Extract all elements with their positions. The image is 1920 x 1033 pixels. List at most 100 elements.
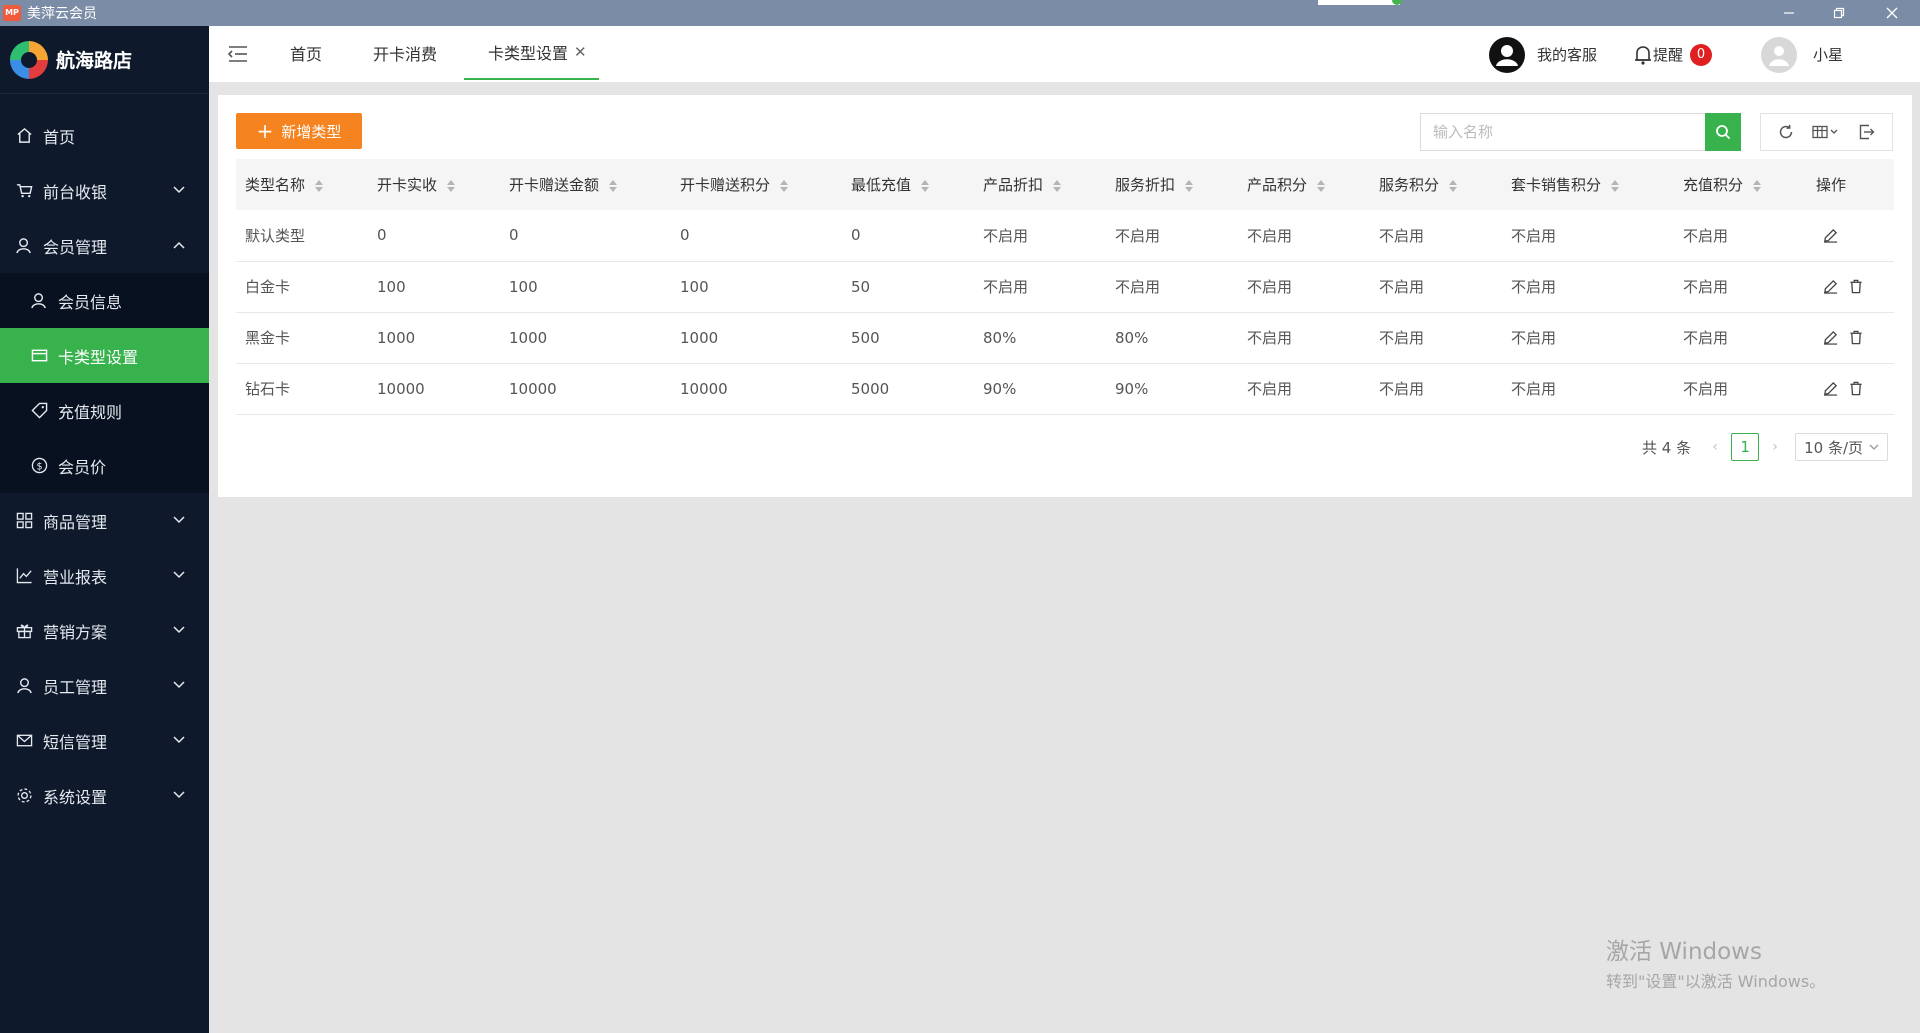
sort-icon[interactable] [447, 179, 456, 192]
sort-icon[interactable] [315, 179, 324, 192]
column-header[interactable]: 类型名称 [236, 159, 368, 210]
sidebar-item-settings[interactable]: 系统设置 [0, 768, 209, 823]
column-header[interactable]: 开卡赠送积分 [671, 159, 842, 210]
refresh-button[interactable] [1771, 117, 1801, 147]
sort-icon[interactable] [1449, 179, 1458, 192]
floating-widget[interactable] [1318, 0, 1400, 5]
sidebar-item-sms[interactable]: 短信管理 [0, 713, 209, 768]
sort-icon[interactable] [1053, 179, 1062, 192]
edit-icon[interactable] [1822, 330, 1838, 346]
column-header[interactable]: 服务积分 [1370, 159, 1502, 210]
column-toggle-button[interactable] [1808, 117, 1844, 147]
sidebar-item-staff[interactable]: 员工管理 [0, 658, 209, 713]
prev-page-button[interactable]: ‹ [1705, 439, 1725, 455]
chevron-down-icon [171, 622, 187, 638]
column-header-label: 开卡实收 [377, 176, 438, 194]
customer-service[interactable]: 我的客服 [1489, 26, 1597, 83]
remind-button[interactable]: 提醒 0 [1633, 26, 1713, 83]
sort-icon[interactable] [1611, 179, 1620, 192]
delete-icon[interactable] [1848, 330, 1864, 346]
add-type-label: 新增类型 [281, 122, 342, 141]
column-header[interactable]: 开卡赠送金额 [500, 159, 671, 210]
restore-button[interactable] [1815, 0, 1863, 26]
column-header[interactable]: 套卡销售积分 [1502, 159, 1674, 210]
table-cell: 80% [1106, 312, 1238, 364]
table-cell: 不启用 [1502, 363, 1674, 415]
delete-icon[interactable] [1848, 381, 1864, 397]
column-header-label: 最低充值 [851, 176, 912, 194]
delete-icon[interactable] [1848, 279, 1864, 295]
user-avatar-icon [1769, 45, 1789, 66]
table-cell: 10000 [368, 363, 500, 415]
table-cell: 默认类型 [236, 210, 368, 262]
sidebar-item-card-type[interactable]: 卡类型设置 [0, 328, 209, 383]
pagination: 共 4 条 ‹ 1 › 10 条/页 [1642, 433, 1889, 461]
page-size-value: 10 条/页 [1804, 438, 1864, 457]
window-titlebar: MP 美萍云会员 [0, 0, 1920, 26]
table-cell: 不启用 [1238, 261, 1370, 313]
sort-icon[interactable] [1753, 179, 1762, 192]
page-number-current[interactable]: 1 [1731, 433, 1760, 461]
search-button[interactable] [1705, 113, 1741, 151]
sidebar-item-label: 首页 [43, 127, 76, 147]
sort-icon[interactable] [921, 179, 930, 192]
search-icon [1716, 125, 1731, 140]
next-page-button[interactable]: › [1765, 439, 1785, 455]
edit-icon[interactable] [1822, 381, 1838, 397]
sort-icon[interactable] [609, 179, 618, 192]
table-body: 默认类型 0 0 0 0 不启用 不启用 不启用 不启用 不启用 不启用 白金卡 100 100 100 50… [236, 210, 1894, 415]
row-actions [1816, 330, 1894, 346]
table-cell: 不启用 [1106, 210, 1238, 262]
table-cell: 90% [1106, 363, 1238, 415]
sidebar-item-member-price[interactable]: $ 会员价 [0, 438, 209, 493]
edit-icon[interactable] [1822, 227, 1838, 243]
sidebar-item-home[interactable]: 首页 [0, 108, 209, 163]
column-header[interactable]: 产品积分 [1238, 159, 1370, 210]
page-size-select[interactable]: 10 条/页 [1795, 433, 1889, 461]
column-header-actions: 操作 [1807, 159, 1894, 210]
edit-icon[interactable] [1822, 279, 1838, 295]
card-type-table: 类型名称 开卡实收 开卡赠送金额 开卡赠送积分 最低充值 产品折扣 服务折扣 产… [236, 159, 1894, 415]
sort-icon[interactable] [780, 179, 789, 192]
sidebar-item-label: 卡类型设置 [58, 347, 139, 367]
close-window-button[interactable] [1868, 0, 1916, 26]
sidebar-item-member[interactable]: 会员管理 [0, 218, 209, 273]
sidebar-item-report[interactable]: 营业报表 [0, 548, 209, 603]
table-cell: 不启用 [1370, 363, 1502, 415]
service-label: 我的客服 [1537, 46, 1598, 64]
tab-open-card[interactable]: 开卡消费 [373, 26, 437, 80]
search-input[interactable] [1420, 113, 1705, 151]
tab-card-type[interactable]: 卡类型设置 ✕ [464, 26, 599, 80]
user-menu[interactable]: 小星 [1761, 26, 1843, 83]
search-bar [1420, 113, 1741, 151]
minimize-button[interactable] [1765, 0, 1813, 26]
actions-cell [1807, 363, 1894, 415]
sidebar-item-recharge-rule[interactable]: 充值规则 [0, 383, 209, 438]
add-type-button[interactable]: + 新增类型 [236, 113, 362, 149]
column-header[interactable]: 开卡实收 [368, 159, 500, 210]
sort-icon[interactable] [1317, 179, 1326, 192]
sidebar-item-cashier[interactable]: 前台收银 [0, 163, 209, 218]
column-header-label: 产品折扣 [983, 176, 1044, 194]
bell-icon [1635, 45, 1651, 65]
table-cell: 1000 [500, 312, 671, 364]
brand: 航海路店 [0, 26, 209, 94]
columns-icon [1812, 125, 1838, 139]
column-header[interactable]: 充值积分 [1674, 159, 1807, 210]
column-header[interactable]: 服务折扣 [1106, 159, 1238, 210]
sort-icon[interactable] [1185, 179, 1194, 192]
column-header-label: 产品积分 [1247, 176, 1308, 194]
table-cell: 0 [368, 210, 500, 262]
table-cell: 80% [974, 312, 1106, 364]
sidebar-item-marketing[interactable]: 营销方案 [0, 603, 209, 658]
column-header[interactable]: 最低充值 [842, 159, 974, 210]
close-tab-icon[interactable]: ✕ [574, 43, 587, 61]
table-cell: 不启用 [1370, 210, 1502, 262]
export-button[interactable] [1852, 117, 1882, 147]
sidebar-item-goods[interactable]: 商品管理 [0, 493, 209, 548]
chevron-down-icon [171, 677, 187, 693]
tab-home[interactable]: 首页 [290, 26, 322, 80]
column-header[interactable]: 产品折扣 [974, 159, 1106, 210]
collapse-menu-button[interactable] [227, 44, 249, 64]
sidebar-item-member-info[interactable]: 会员信息 [0, 273, 209, 328]
